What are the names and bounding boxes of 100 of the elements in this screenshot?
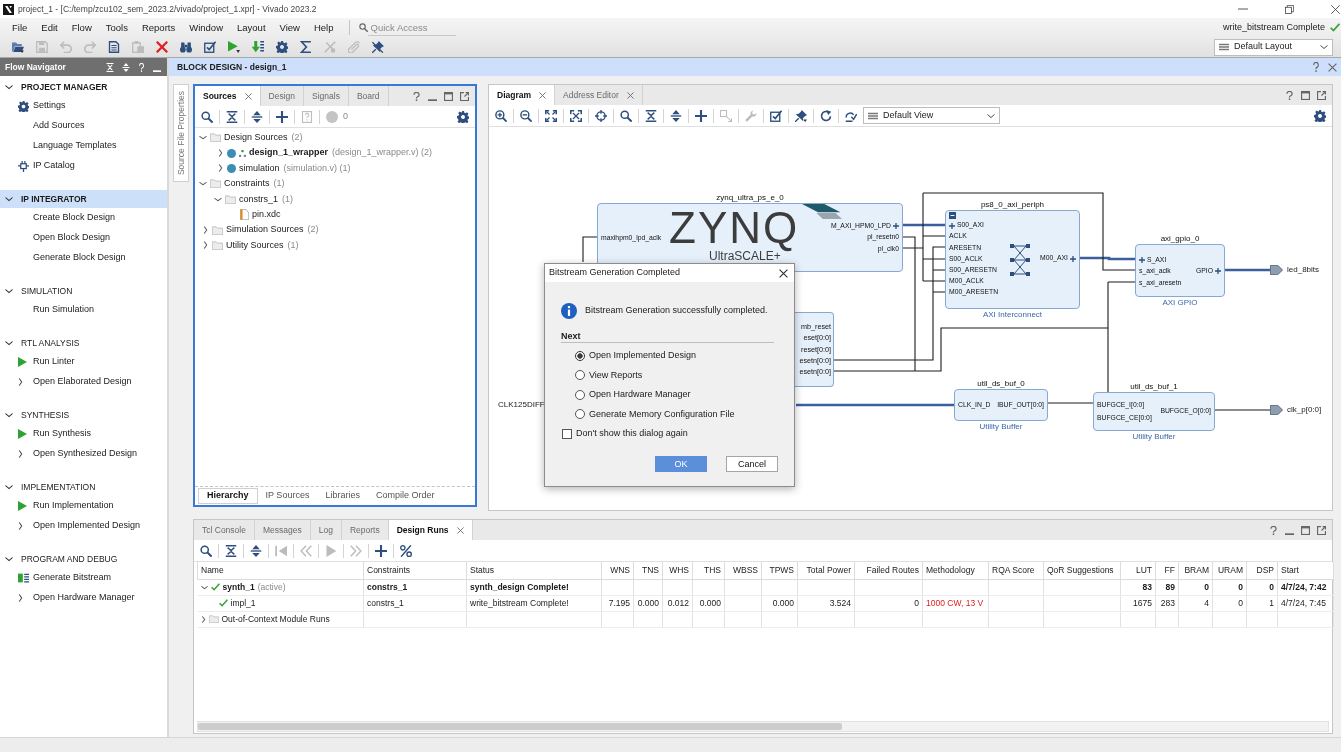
section-header[interactable]: IP INTEGRATOR	[0, 190, 167, 208]
sigma-icon[interactable]	[300, 41, 312, 53]
nav-item[interactable]: Open Synthesized Design	[0, 444, 167, 464]
help-icon[interactable]	[138, 62, 145, 72]
tab[interactable]: Signals	[304, 86, 349, 106]
float-window-icon[interactable]	[460, 91, 469, 101]
collapse-icon[interactable]	[949, 212, 956, 219]
column-header[interactable]: THS	[692, 562, 725, 579]
checkbox-option[interactable]: Don't show this dialog again	[561, 424, 778, 444]
column-header[interactable]: WHS	[662, 562, 693, 579]
tab[interactable]: Diagram	[489, 85, 555, 105]
menu-item[interactable]: Help	[306, 21, 341, 34]
settings-icon[interactable]	[1314, 109, 1326, 122]
chevron-icon[interactable]	[5, 412, 13, 418]
plus-icon[interactable]	[375, 544, 387, 557]
x-mark-icon[interactable]	[156, 41, 168, 53]
nav-item[interactable]: Language Templates	[0, 136, 167, 156]
column-header[interactable]: BRAM	[1178, 562, 1213, 579]
side-tab[interactable]: Source File Properties	[173, 84, 189, 182]
layout-dropdown[interactable]: Default Layout	[1214, 38, 1333, 56]
settings-icon[interactable]	[276, 41, 288, 53]
radio-option[interactable]: Open Implemented Design	[561, 346, 778, 366]
pin-icon[interactable]	[372, 41, 384, 53]
chevron-icon[interactable]	[5, 340, 13, 346]
nav-item[interactable]: Run Simulation	[0, 300, 167, 320]
crosshair-icon[interactable]	[595, 109, 607, 122]
maximize-icon[interactable]	[444, 91, 453, 101]
folder-icon[interactable]	[12, 41, 24, 53]
column-header[interactable]: TPWS	[761, 562, 798, 579]
expand-all-icon[interactable]	[670, 109, 682, 122]
tab[interactable]: Design Runs	[388, 520, 473, 540]
chevron-icon[interactable]	[18, 522, 23, 530]
section-header[interactable]: RTL ANALYSIS	[0, 334, 167, 352]
help-icon[interactable]	[1312, 62, 1320, 72]
tree-item[interactable]: Design Sources (2)	[199, 130, 475, 146]
tab[interactable]: Compile Order	[367, 488, 443, 504]
column-header[interactable]: Name	[197, 562, 364, 579]
chevron-icon[interactable]	[203, 226, 208, 235]
collapse-all-icon[interactable]	[645, 109, 657, 122]
column-header[interactable]: TNS	[633, 562, 663, 579]
help-icon[interactable]	[412, 91, 421, 101]
tab[interactable]: Sources	[195, 86, 261, 106]
settings-icon[interactable]	[457, 110, 469, 123]
plus-icon[interactable]	[949, 222, 955, 229]
tab[interactable]: Reports	[341, 520, 389, 540]
tree-item[interactable]: Simulation Sources (2)	[199, 222, 475, 238]
tree-item[interactable]: pin.xdc	[199, 206, 475, 223]
tab[interactable]: Log	[310, 520, 342, 540]
plus-icon[interactable]	[1215, 267, 1221, 274]
tree-item[interactable]: simulation (simulation.v) (1)	[199, 160, 475, 177]
document-icon[interactable]	[108, 41, 120, 53]
plus-icon[interactable]	[695, 109, 707, 122]
plus-icon[interactable]	[276, 110, 288, 123]
cancel-button[interactable]: Cancel	[726, 455, 778, 472]
chevron-icon[interactable]	[199, 135, 207, 141]
column-header[interactable]: FF	[1155, 562, 1179, 579]
radio-option[interactable]: Open Hardware Manager	[561, 385, 778, 405]
help-icon[interactable]	[1285, 90, 1294, 100]
section-header[interactable]: SIMULATION	[0, 282, 167, 300]
nav-item[interactable]: Add Sources	[0, 116, 167, 136]
expand-all-icon[interactable]	[122, 62, 130, 72]
column-header[interactable]: LUT	[1120, 562, 1156, 579]
radio-button[interactable]	[575, 370, 585, 381]
restore-icon[interactable]	[1285, 4, 1294, 14]
quick-access-field[interactable]: Quick Access	[367, 19, 456, 36]
column-header[interactable]: WBSS	[724, 562, 762, 579]
section-header[interactable]: IMPLEMENTATION	[0, 478, 167, 496]
zoom-out-icon[interactable]	[520, 109, 532, 122]
tab[interactable]: Board	[348, 86, 389, 106]
chevron-icon[interactable]	[18, 450, 23, 458]
tree-item[interactable]: Utility Sources (1)	[199, 237, 475, 254]
column-header[interactable]: URAM	[1212, 562, 1247, 579]
section-header[interactable]: PROJECT MANAGER	[0, 78, 167, 96]
pin-icon[interactable]	[795, 109, 807, 122]
help-icon[interactable]	[1269, 525, 1278, 535]
play-icon[interactable]	[228, 41, 240, 53]
chevron-icon[interactable]	[214, 196, 222, 202]
tree-item[interactable]: constrs_1 (1)	[199, 191, 475, 207]
collapse-all-icon[interactable]	[225, 544, 237, 557]
view-dropdown[interactable]: Default View	[863, 107, 1000, 124]
radio-option[interactable]: Generate Memory Configuration File	[561, 404, 778, 424]
float-window-icon[interactable]	[1317, 525, 1326, 535]
nav-item[interactable]: Run Linter	[0, 352, 167, 372]
tab[interactable]: Address Editor	[555, 85, 643, 105]
chevron-icon[interactable]	[18, 594, 23, 602]
chevron-icon[interactable]	[5, 556, 13, 562]
maximize-icon[interactable]	[1301, 525, 1310, 535]
plus-icon[interactable]	[1070, 255, 1076, 262]
radio-button[interactable]	[575, 350, 585, 361]
chevron-icon[interactable]	[218, 149, 223, 158]
download-arrow-icon[interactable]	[252, 41, 264, 53]
nav-item[interactable]: Run Implementation	[0, 496, 167, 516]
nav-item[interactable]: Open Implemented Design	[0, 516, 167, 536]
section-header[interactable]: PROGRAM AND DEBUG	[0, 550, 167, 568]
chevron-icon[interactable]	[5, 196, 13, 202]
column-header[interactable]: RQA Score	[988, 562, 1044, 579]
chevron-icon[interactable]	[203, 241, 208, 250]
column-header[interactable]: Status	[466, 562, 602, 579]
menu-item[interactable]: File	[5, 21, 35, 34]
tree-item[interactable]: Constraints (1)	[199, 176, 475, 192]
